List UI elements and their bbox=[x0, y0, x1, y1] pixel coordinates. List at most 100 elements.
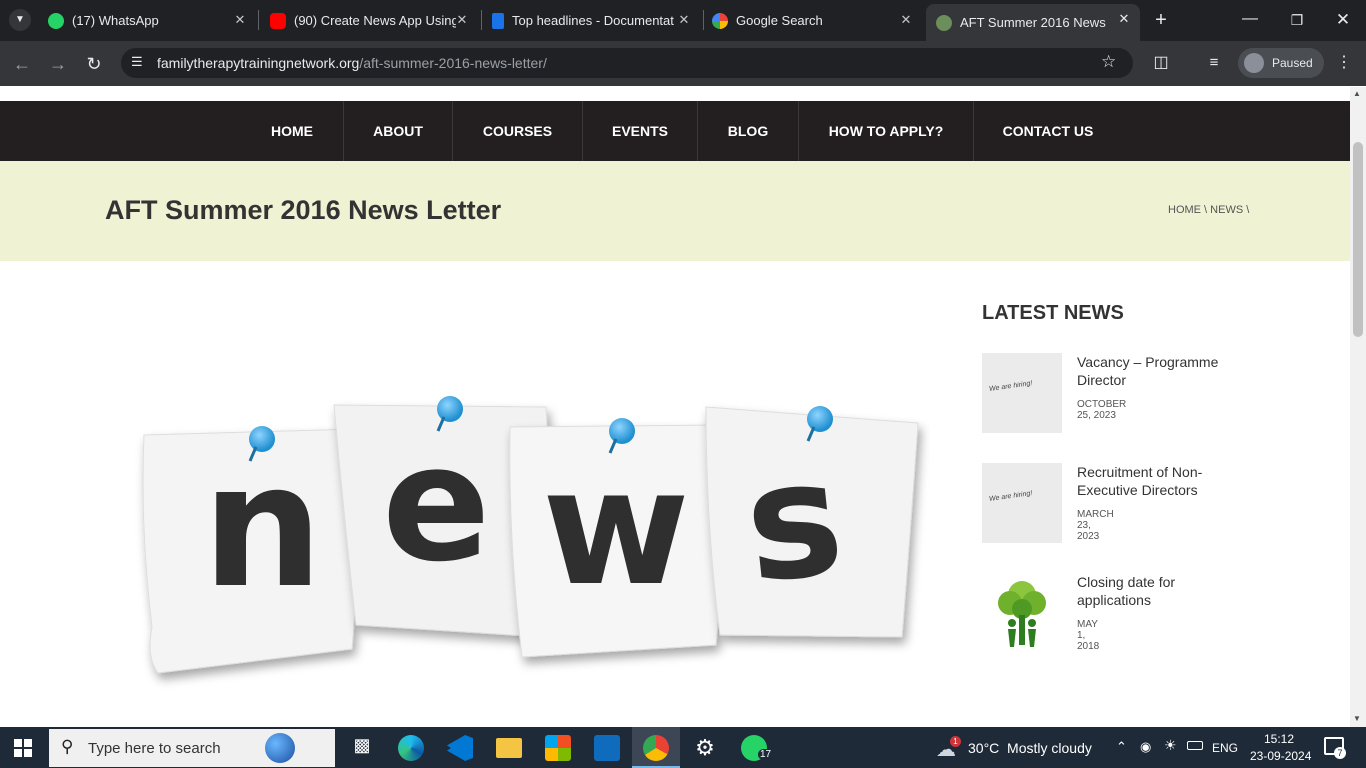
close-icon[interactable]: ✕ bbox=[454, 12, 470, 28]
youtube-icon bbox=[270, 12, 286, 29]
doc-icon bbox=[492, 12, 504, 29]
hero-letter-n: n bbox=[202, 428, 323, 626]
back-button[interactable]: ← bbox=[10, 52, 34, 76]
tab-strip: ▼ (17) WhatsApp ✕ (90) Create News App U… bbox=[0, 0, 1366, 41]
note-n: n bbox=[142, 426, 360, 674]
reload-icon: ↻ bbox=[86, 54, 102, 74]
news-hero-image: n e w s bbox=[142, 396, 919, 674]
news-date: OCTOBER 25, 2023 bbox=[1077, 399, 1127, 421]
scroll-up-icon[interactable]: ▲ bbox=[1353, 89, 1361, 98]
latest-news-heading: LATEST NEWS bbox=[982, 302, 1124, 324]
chevron-up-icon[interactable]: ⌃ bbox=[1116, 739, 1127, 755]
chrome-taskbar-button[interactable] bbox=[632, 727, 680, 768]
close-icon[interactable]: ✕ bbox=[1116, 11, 1132, 27]
news-title[interactable]: Recruitment of Non-Executive Directors bbox=[1077, 463, 1237, 499]
news-title[interactable]: Closing date for applications bbox=[1077, 573, 1237, 609]
close-icon[interactable]: ✕ bbox=[898, 12, 914, 28]
address-bar[interactable]: ☰ familytherapytrainingnetwork.org/aft-s… bbox=[121, 48, 1133, 78]
hero-letter-s: s bbox=[737, 423, 851, 619]
web-page: HOME ABOUT COURSES EVENTS BLOG HOW TO AP… bbox=[0, 87, 1350, 727]
nav-blog[interactable]: BLOG bbox=[698, 101, 798, 161]
weather-badge: 1 bbox=[950, 736, 961, 747]
close-icon[interactable]: ✕ bbox=[232, 12, 248, 28]
google-icon bbox=[712, 12, 728, 29]
tab-search-button[interactable]: ▼ bbox=[9, 9, 31, 31]
settings-icon[interactable]: ⚙ bbox=[692, 735, 718, 761]
page-title: AFT Summer 2016 News Letter bbox=[105, 195, 502, 225]
clock-time[interactable]: 15:12 bbox=[1264, 732, 1294, 746]
outlook-icon[interactable] bbox=[594, 735, 620, 761]
url-path: /aft-summer-2016-news-letter/ bbox=[359, 55, 547, 71]
file-explorer-icon[interactable] bbox=[496, 738, 522, 758]
site-nav: HOME ABOUT COURSES EVENTS BLOG HOW TO AP… bbox=[0, 101, 1350, 161]
breadcrumb[interactable]: HOME \ NEWS \ bbox=[1168, 204, 1249, 216]
hiring-thumbnail[interactable]: We are hiring! bbox=[982, 463, 1062, 543]
tab-documentation[interactable]: Top headlines - Documentati ✕ bbox=[482, 5, 700, 36]
menu-button[interactable]: ⋮ bbox=[1334, 52, 1354, 74]
battery-icon[interactable] bbox=[1187, 741, 1203, 750]
nav-how-to-apply[interactable]: HOW TO APPLY? bbox=[799, 101, 973, 161]
forward-button[interactable]: → bbox=[46, 52, 70, 76]
news-date: MARCH 23, 2023 bbox=[1077, 509, 1114, 542]
tab-youtube[interactable]: (90) Create News App Using ✕ bbox=[260, 5, 478, 36]
hero-letter-w: w bbox=[542, 434, 690, 621]
language-indicator[interactable]: ENG bbox=[1212, 741, 1238, 755]
task-view-icon[interactable]: ▩ bbox=[349, 735, 375, 761]
taskbar-search[interactable]: ⚲ Type here to search bbox=[49, 729, 335, 767]
whatsapp-badge: 17 bbox=[758, 749, 774, 760]
extensions-button[interactable]: ◫ bbox=[1150, 52, 1172, 74]
network-icon[interactable]: ☀ bbox=[1164, 737, 1177, 754]
tree-logo-thumbnail[interactable] bbox=[982, 573, 1062, 653]
windows-taskbar: ⚲ Type here to search ▩ ⚙ 17 ☁ 1 30°C Mo… bbox=[0, 727, 1366, 768]
reload-button[interactable]: ↻ bbox=[82, 52, 106, 76]
star-icon[interactable]: ☆ bbox=[1101, 52, 1116, 72]
note-w: w bbox=[509, 418, 723, 658]
close-window-button[interactable]: ✕ bbox=[1329, 8, 1357, 32]
media-button[interactable]: ≡ bbox=[1203, 52, 1225, 74]
vscode-icon[interactable] bbox=[447, 735, 473, 761]
notification-badge: 7 bbox=[1334, 747, 1346, 759]
windows-icon bbox=[14, 739, 32, 757]
meet-now-icon[interactable]: ◉ bbox=[1140, 739, 1151, 755]
page-header: AFT Summer 2016 News Letter HOME \ NEWS … bbox=[0, 161, 1350, 261]
nav-events[interactable]: EVENTS bbox=[583, 101, 697, 161]
tab-google-search[interactable]: Google Search ✕ bbox=[704, 5, 922, 36]
tab-whatsapp[interactable]: (17) WhatsApp ✕ bbox=[38, 5, 256, 36]
nav-about[interactable]: ABOUT bbox=[344, 101, 452, 161]
nav-contact-us[interactable]: CONTACT US bbox=[974, 101, 1122, 161]
arrow-left-icon: ← bbox=[13, 54, 31, 74]
start-button[interactable] bbox=[14, 739, 32, 757]
site-favicon-icon bbox=[936, 14, 952, 31]
close-icon[interactable]: ✕ bbox=[676, 12, 692, 28]
scroll-down-icon[interactable]: ▼ bbox=[1353, 714, 1361, 723]
chrome-icon bbox=[643, 735, 669, 761]
scroll-thumb[interactable] bbox=[1353, 142, 1363, 337]
note-s: s bbox=[705, 406, 919, 638]
store-icon[interactable] bbox=[545, 735, 571, 761]
nav-home[interactable]: HOME bbox=[242, 101, 342, 161]
puzzle-icon: ◫ bbox=[1153, 54, 1169, 71]
news-title[interactable]: Vacancy – Programme Director bbox=[1077, 353, 1237, 389]
playlist-icon: ≡ bbox=[1209, 54, 1219, 71]
minimize-button[interactable]: — bbox=[1236, 8, 1264, 32]
page-scrollbar[interactable]: ▲ ▼ bbox=[1350, 87, 1366, 727]
search-icon: ⚲ bbox=[61, 737, 74, 756]
tab-aft-newsletter[interactable]: AFT Summer 2016 News Lett ✕ bbox=[926, 4, 1140, 41]
arrow-right-icon: → bbox=[49, 54, 67, 74]
chevron-down-icon: ▼ bbox=[15, 14, 25, 25]
news-date: MAY 1, 2018 bbox=[1077, 619, 1100, 652]
hiring-thumbnail[interactable]: We are hiring! bbox=[982, 353, 1062, 433]
nav-courses[interactable]: COURSES bbox=[453, 101, 582, 161]
weather-text[interactable]: 30°C Mostly cloudy bbox=[968, 740, 1092, 756]
profile-button[interactable]: Paused bbox=[1238, 48, 1324, 78]
avatar bbox=[1244, 53, 1264, 73]
more-vert-icon: ⋮ bbox=[1336, 54, 1352, 71]
new-tab-button[interactable]: + bbox=[1149, 9, 1173, 33]
search-highlight-icon bbox=[265, 733, 295, 763]
restore-button[interactable]: ❐ bbox=[1283, 8, 1311, 32]
url-domain: familytherapytrainingnetwork.org bbox=[157, 55, 360, 71]
whatsapp-icon bbox=[48, 12, 64, 29]
site-info-icon[interactable]: ☰ bbox=[131, 54, 143, 70]
clock-date[interactable]: 23-09-2024 bbox=[1250, 749, 1311, 763]
edge-icon[interactable] bbox=[398, 735, 424, 761]
